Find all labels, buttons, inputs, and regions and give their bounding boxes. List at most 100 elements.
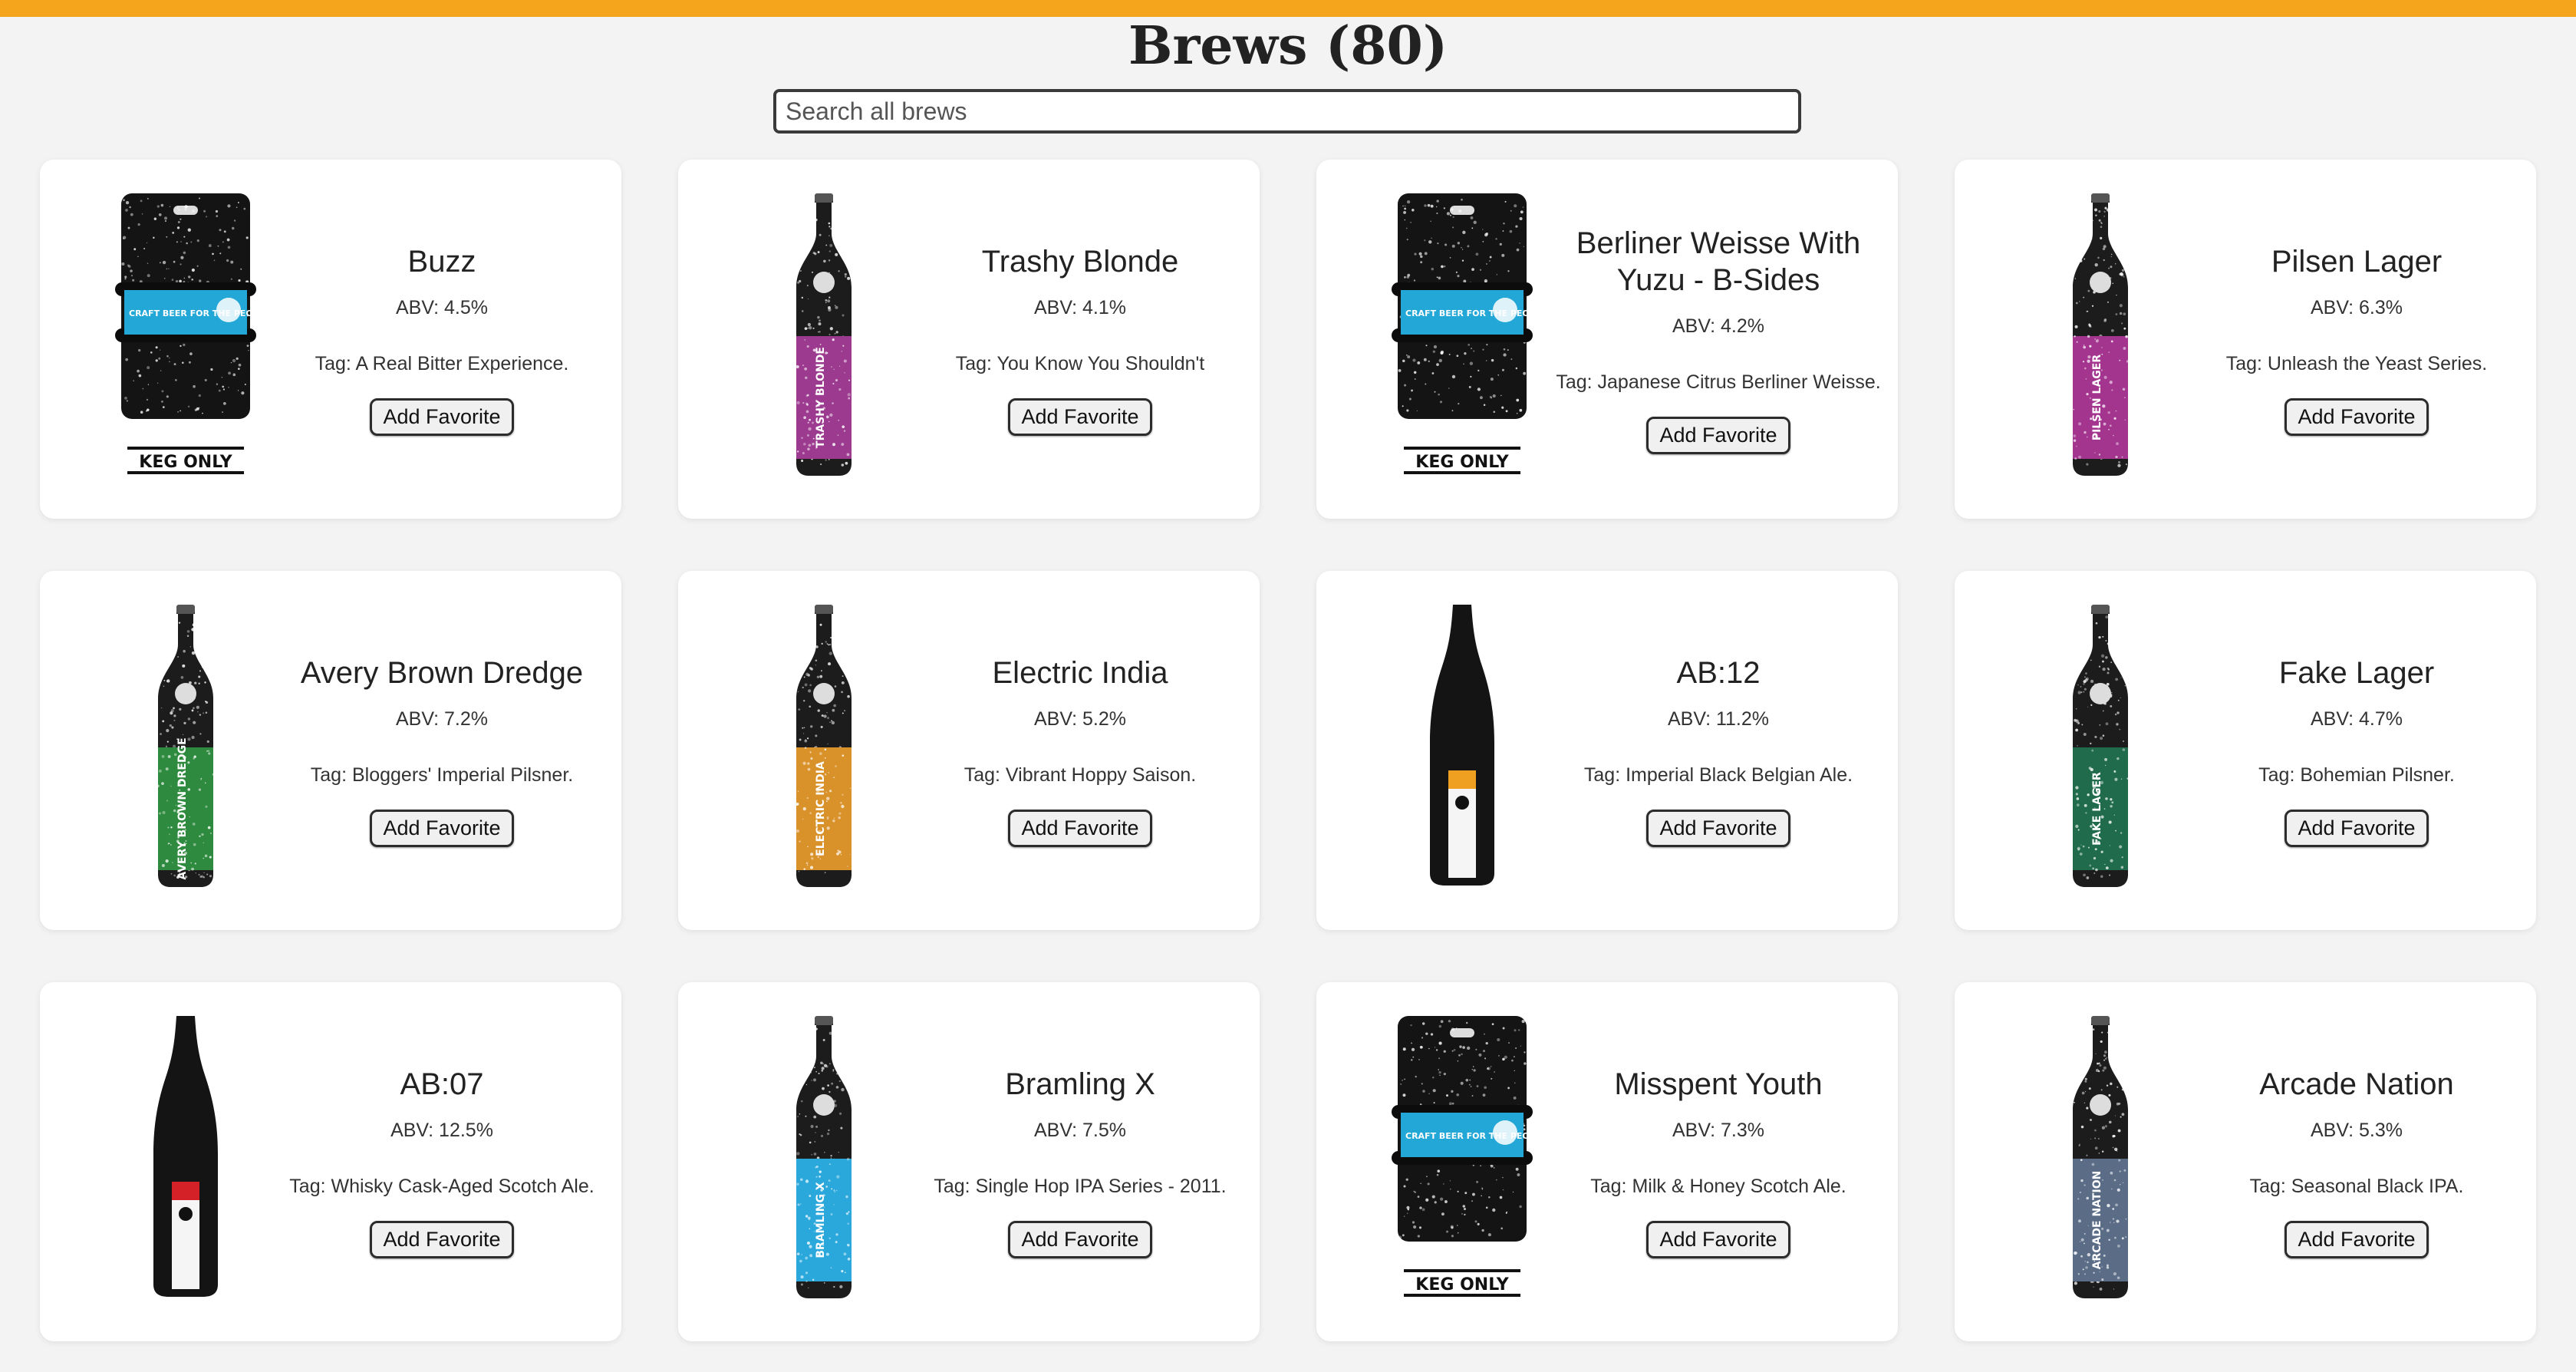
brew-name: Electric India [992,655,1168,690]
top-accent-bar [0,0,2576,17]
brew-abv: ABV: 11.2% [1667,707,1770,730]
bottle-label-text: BRAMLING X [815,1182,827,1258]
brew-info: Fake Lager ABV: 4.7% Tag: Bohemian Pilsner… [2192,571,2521,930]
bottle-image [1430,605,1494,886]
add-favorite-button[interactable]: Add Favorite [2284,397,2429,436]
brew-tag: Tag: Seasonal Black IPA. [2249,1175,2464,1197]
brew-abv: ABV: 4.5% [396,296,488,318]
brew-card: TRASHY BLONDE Trashy Blonde ABV: 4.1% Tag: … [678,160,1260,519]
brew-name: Buzz [407,244,476,279]
brew-info: Buzz ABV: 4.5% Tag: A Real Bitter Experien… [278,160,606,519]
bottle-label-text: AVERY BROWN DREDGE [176,737,189,879]
brew-card: ELECTRIC INDIA Electric India ABV: 5.2% Tag… [678,571,1260,930]
bottle-image: FAKE LAGER [2073,605,2129,887]
brew-info: Pilsen Lager ABV: 6.3% Tag: Unleash the Ye… [2192,160,2521,519]
keg-label-text: CRAFT BEER FOR THE PEOPLE [129,308,262,318]
bottle-image: TRASHY BLONDE [796,193,852,476]
brew-abv: ABV: 5.3% [2311,1119,2403,1141]
brew-info: Arcade Nation ABV: 5.3% Tag: Seasonal Blac… [2192,982,2521,1341]
brew-tag: Tag: Single Hop IPA Series - 2011. [934,1175,1227,1197]
brew-info: Avery Brown Dredge ABV: 7.2% Tag: Bloggers… [278,571,606,930]
add-favorite-button[interactable]: Add Favorite [2284,1220,2429,1258]
brew-tag: Tag: A Real Bitter Experience. [315,352,569,374]
keg-only-banner: KEG ONLY [1415,453,1509,472]
brew-card: AVERY BROWN DREDGE Avery Brown Dredge ABV:… [40,571,621,930]
brew-info: AB:07 ABV: 12.5% Tag: Whisky Cask-Aged Sco… [278,982,606,1341]
brew-grid: KEG ONLY CRAFT BEER FOR THE PEOPLE Buzz ABV… [40,160,2536,1341]
brew-info: Electric India ABV: 5.2% Tag: Vibrant Hopp… [916,571,1244,930]
brew-name: Berliner Weisse With Yuzu - B-Sides [1576,226,1861,297]
bottle-image: ARCADE NATION [2073,1016,2128,1298]
add-favorite-button[interactable]: Add Favorite [1008,397,1152,436]
brew-card: AB:07 ABV: 12.5% Tag: Whisky Cask-Aged Sco… [40,982,621,1341]
brew-tag: Tag: Imperial Black Belgian Ale. [1583,764,1853,786]
brew-info: Bramling X ABV: 7.5% Tag: Single Hop IPA S… [916,982,1244,1341]
bottle-image: PILSEN LAGER [2073,193,2130,476]
brew-card: KEG ONLY CRAFT BEER FOR THE PEOPLE Misspen… [1316,982,1898,1341]
brew-abv: ABV: 7.2% [396,707,488,730]
keg-image: KEG ONLY CRAFT BEER FOR THE PEOPLE [1392,193,1539,474]
keg-only-banner: KEG ONLY [139,453,232,472]
brew-tag: Tag: Bloggers' Imperial Pilsner. [310,764,574,786]
bottle-image [153,1016,218,1297]
brew-name: Pilsen Lager [2271,244,2443,279]
brew-abv: ABV: 5.2% [1034,707,1126,730]
keg-only-banner: KEG ONLY [1415,1275,1509,1294]
bottle-label-text: PILSEN LAGER [2091,355,2103,440]
brew-tag: Tag: Unleash the Yeast Series. [2225,352,2488,374]
brew-info: Berliner Weisse With Yuzu - B-Sides ABV: … [1554,160,1883,519]
bottle-image: AVERY BROWN DREDGE [156,605,215,887]
keg-label-text: CRAFT BEER FOR THE PEOPLE [1405,1131,1539,1141]
brew-card: BRAMLING X Bramling X ABV: 7.5% Tag: Single… [678,982,1260,1341]
brew-tag: Tag: Vibrant Hoppy Saison. [964,764,1197,786]
add-favorite-button[interactable]: Add Favorite [1008,1220,1152,1258]
brew-card: ARCADE NATION Arcade Nation ABV: 5.3% Tag: … [1955,982,2536,1341]
brew-abv: ABV: 7.3% [1672,1119,1764,1141]
add-favorite-button[interactable]: Add Favorite [1646,416,1790,454]
brew-name: Bramling X [1005,1067,1155,1101]
page-title: Brews (80) [1128,15,1448,77]
brew-tag: Tag: Whisky Cask-Aged Scotch Ale. [289,1175,595,1197]
keg-image: KEG ONLY CRAFT BEER FOR THE PEOPLE [115,193,262,474]
brew-tag: Tag: Japanese Citrus Berliner Weisse. [1556,371,1881,393]
brew-abv: ABV: 4.7% [2311,707,2403,730]
bottle-label-text: FAKE LAGER [2091,772,2103,846]
add-favorite-button[interactable]: Add Favorite [370,397,514,436]
brew-name: AB:12 [1676,655,1761,690]
add-favorite-button[interactable]: Add Favorite [2284,809,2429,847]
add-favorite-button[interactable]: Add Favorite [1646,809,1790,847]
brew-tag: Tag: Bohemian Pilsner. [2258,764,2455,786]
brew-name: Fake Lager [2278,655,2435,690]
brew-name: Misspent Youth [1614,1067,1823,1101]
brew-card: KEG ONLY CRAFT BEER FOR THE PEOPLE Berline… [1316,160,1898,519]
add-favorite-button[interactable]: Add Favorite [1008,809,1152,847]
add-favorite-button[interactable]: Add Favorite [1646,1220,1790,1258]
add-favorite-button[interactable]: Add Favorite [370,809,514,847]
bottle-label-text: ARCADE NATION [2091,1171,2103,1270]
brew-abv: ABV: 6.3% [2311,296,2403,318]
brew-info: Misspent Youth ABV: 7.3% Tag: Milk & Honey… [1554,982,1883,1341]
brew-name: AB:07 [400,1067,484,1101]
brew-tag: Tag: Milk & Honey Scotch Ale. [1590,1175,1846,1197]
add-favorite-button[interactable]: Add Favorite [370,1220,514,1258]
brew-tag: Tag: You Know You Shouldn't [955,352,1205,374]
brew-abv: ABV: 4.2% [1672,315,1764,337]
brew-card: AB:12 ABV: 11.2% Tag: Imperial Black Belgi… [1316,571,1898,930]
brew-abv: ABV: 7.5% [1034,1119,1126,1141]
brew-name: Arcade Nation [2259,1067,2454,1101]
keg-image: KEG ONLY CRAFT BEER FOR THE PEOPLE [1392,1016,1539,1297]
search-input[interactable] [773,89,1801,134]
keg-label-text: CRAFT BEER FOR THE PEOPLE [1405,308,1539,318]
brew-card: PILSEN LAGER Pilsen Lager ABV: 6.3% Tag: Un… [1955,160,2536,519]
bottle-label-text: ELECTRIC INDIA [815,761,827,856]
brew-abv: ABV: 12.5% [390,1119,493,1141]
bottle-label-text: TRASHY BLONDE [815,347,827,448]
brew-abv: ABV: 4.1% [1034,296,1126,318]
bottle-image: ELECTRIC INDIA [796,605,852,887]
brew-info: AB:12 ABV: 11.2% Tag: Imperial Black Belgi… [1554,571,1883,930]
brew-info: Trashy Blonde ABV: 4.1% Tag: You Know You … [916,160,1244,519]
brew-name: Avery Brown Dredge [300,655,584,690]
bottle-image: BRAMLING X [796,1016,852,1298]
brew-name: Trashy Blonde [981,244,1179,279]
brew-card: KEG ONLY CRAFT BEER FOR THE PEOPLE Buzz ABV… [40,160,621,519]
